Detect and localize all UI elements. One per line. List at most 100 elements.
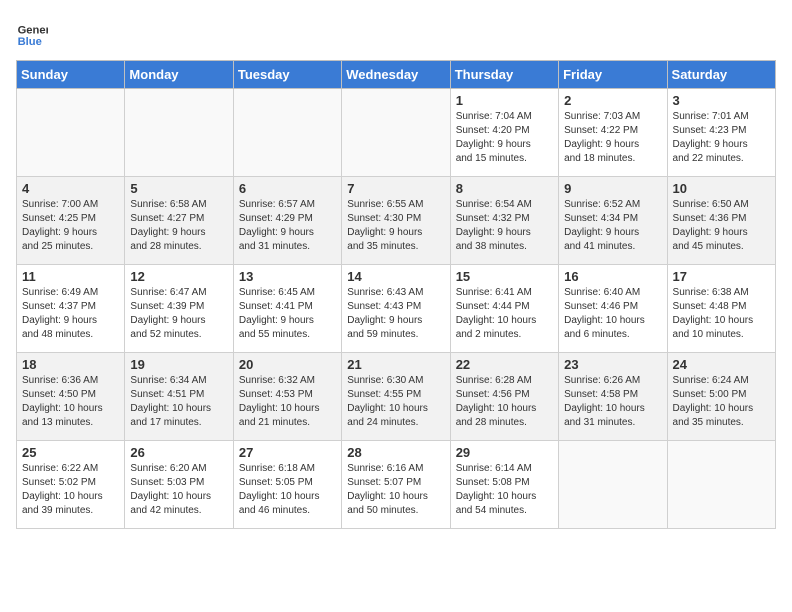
day-info: Sunrise: 6:49 AM Sunset: 4:37 PM Dayligh… — [22, 286, 119, 342]
day-number: 13 — [239, 269, 336, 284]
day-info: Sunrise: 6:28 AM Sunset: 4:56 PM Dayligh… — [456, 374, 553, 430]
day-info: Sunrise: 6:20 AM Sunset: 5:03 PM Dayligh… — [130, 462, 227, 518]
day-info: Sunrise: 6:38 AM Sunset: 4:48 PM Dayligh… — [673, 286, 770, 342]
day-number: 20 — [239, 357, 336, 372]
day-info: Sunrise: 6:43 AM Sunset: 4:43 PM Dayligh… — [347, 286, 444, 342]
day-header-wednesday: Wednesday — [342, 61, 450, 89]
day-info: Sunrise: 6:34 AM Sunset: 4:51 PM Dayligh… — [130, 374, 227, 430]
calendar-cell — [667, 441, 775, 529]
calendar-header-row: SundayMondayTuesdayWednesdayThursdayFrid… — [17, 61, 776, 89]
day-number: 8 — [456, 181, 553, 196]
day-number: 10 — [673, 181, 770, 196]
day-info: Sunrise: 7:03 AM Sunset: 4:22 PM Dayligh… — [564, 110, 661, 166]
day-number: 22 — [456, 357, 553, 372]
day-number: 11 — [22, 269, 119, 284]
calendar-cell: 25Sunrise: 6:22 AM Sunset: 5:02 PM Dayli… — [17, 441, 125, 529]
day-number: 3 — [673, 93, 770, 108]
day-header-friday: Friday — [559, 61, 667, 89]
day-info: Sunrise: 7:04 AM Sunset: 4:20 PM Dayligh… — [456, 110, 553, 166]
calendar-cell — [233, 89, 341, 177]
calendar-week-4: 18Sunrise: 6:36 AM Sunset: 4:50 PM Dayli… — [17, 353, 776, 441]
day-number: 4 — [22, 181, 119, 196]
day-number: 15 — [456, 269, 553, 284]
calendar-cell: 17 Sunrise: 6:38 AM Sunset: 4:48 PM Dayli… — [667, 265, 775, 353]
day-number: 12 — [130, 269, 227, 284]
calendar-cell: 20 Sunrise: 6:32 AM Sunset: 4:53 PM Dayli… — [233, 353, 341, 441]
day-info: Sunrise: 6:40 AM Sunset: 4:46 PM Dayligh… — [564, 286, 661, 342]
day-info: Sunrise: 6:58 AM Sunset: 4:27 PM Dayligh… — [130, 198, 227, 254]
day-info: Sunrise: 7:01 AM Sunset: 4:23 PM Dayligh… — [673, 110, 770, 166]
day-number: 25 — [22, 445, 119, 460]
day-info: Sunrise: 6:45 AM Sunset: 4:41 PM Dayligh… — [239, 286, 336, 342]
day-header-tuesday: Tuesday — [233, 61, 341, 89]
day-info: Sunrise: 6:24 AM Sunset: 5:00 PM Dayligh… — [673, 374, 770, 430]
calendar-table: SundayMondayTuesdayWednesdayThursdayFrid… — [16, 60, 776, 529]
day-info: Sunrise: 6:54 AM Sunset: 4:32 PM Dayligh… — [456, 198, 553, 254]
day-info: Sunrise: 6:18 AM Sunset: 5:05 PM Dayligh… — [239, 462, 336, 518]
day-number: 29 — [456, 445, 553, 460]
day-header-monday: Monday — [125, 61, 233, 89]
calendar-week-2: 4Sunrise: 7:00 AM Sunset: 4:25 PM Daylig… — [17, 177, 776, 265]
day-info: Sunrise: 6:36 AM Sunset: 4:50 PM Dayligh… — [22, 374, 119, 430]
calendar-cell: 3 Sunrise: 7:01 AM Sunset: 4:23 PM Daylig… — [667, 89, 775, 177]
day-number: 21 — [347, 357, 444, 372]
day-header-thursday: Thursday — [450, 61, 558, 89]
day-info: Sunrise: 6:41 AM Sunset: 4:44 PM Dayligh… — [456, 286, 553, 342]
day-number: 19 — [130, 357, 227, 372]
calendar-cell: 9 Sunrise: 6:52 AM Sunset: 4:34 PM Daylig… — [559, 177, 667, 265]
calendar-cell: 27Sunrise: 6:18 AM Sunset: 5:05 PM Dayli… — [233, 441, 341, 529]
calendar-cell: 4Sunrise: 7:00 AM Sunset: 4:25 PM Daylig… — [17, 177, 125, 265]
day-number: 14 — [347, 269, 444, 284]
calendar-cell: 13 Sunrise: 6:45 AM Sunset: 4:41 PM Dayli… — [233, 265, 341, 353]
day-number: 1 — [456, 93, 553, 108]
day-number: 2 — [564, 93, 661, 108]
calendar-cell: 2 Sunrise: 7:03 AM Sunset: 4:22 PM Daylig… — [559, 89, 667, 177]
svg-text:Blue: Blue — [18, 36, 42, 48]
day-info: Sunrise: 6:47 AM Sunset: 4:39 PM Dayligh… — [130, 286, 227, 342]
calendar-cell: 10Sunrise: 6:50 AM Sunset: 4:36 PM Dayli… — [667, 177, 775, 265]
svg-text:General: General — [18, 25, 48, 37]
calendar-week-3: 11 Sunrise: 6:49 AM Sunset: 4:37 PM Dayli… — [17, 265, 776, 353]
day-header-sunday: Sunday — [17, 61, 125, 89]
calendar-cell: 8 Sunrise: 6:54 AM Sunset: 4:32 PM Daylig… — [450, 177, 558, 265]
calendar-cell: 19 Sunrise: 6:34 AM Sunset: 4:51 PM Dayli… — [125, 353, 233, 441]
calendar-cell: 26 Sunrise: 6:20 AM Sunset: 5:03 PM Dayli… — [125, 441, 233, 529]
calendar-cell: 28Sunrise: 6:16 AM Sunset: 5:07 PM Dayli… — [342, 441, 450, 529]
day-number: 9 — [564, 181, 661, 196]
calendar-week-5: 25Sunrise: 6:22 AM Sunset: 5:02 PM Dayli… — [17, 441, 776, 529]
day-info: Sunrise: 6:55 AM Sunset: 4:30 PM Dayligh… — [347, 198, 444, 254]
calendar-cell: 5 Sunrise: 6:58 AM Sunset: 4:27 PM Daylig… — [125, 177, 233, 265]
calendar-cell: 18Sunrise: 6:36 AM Sunset: 4:50 PM Dayli… — [17, 353, 125, 441]
day-number: 23 — [564, 357, 661, 372]
day-header-saturday: Saturday — [667, 61, 775, 89]
calendar-cell: 14 Sunrise: 6:43 AM Sunset: 4:43 PM Dayli… — [342, 265, 450, 353]
calendar-cell — [342, 89, 450, 177]
day-info: Sunrise: 6:16 AM Sunset: 5:07 PM Dayligh… — [347, 462, 444, 518]
calendar-cell: 11 Sunrise: 6:49 AM Sunset: 4:37 PM Dayli… — [17, 265, 125, 353]
calendar-cell — [559, 441, 667, 529]
calendar-cell: 7 Sunrise: 6:55 AM Sunset: 4:30 PM Daylig… — [342, 177, 450, 265]
day-number: 7 — [347, 181, 444, 196]
day-info: Sunrise: 6:26 AM Sunset: 4:58 PM Dayligh… — [564, 374, 661, 430]
calendar-cell: 24Sunrise: 6:24 AM Sunset: 5:00 PM Dayli… — [667, 353, 775, 441]
day-info: Sunrise: 6:52 AM Sunset: 4:34 PM Dayligh… — [564, 198, 661, 254]
day-number: 5 — [130, 181, 227, 196]
day-info: Sunrise: 6:14 AM Sunset: 5:08 PM Dayligh… — [456, 462, 553, 518]
calendar-cell — [17, 89, 125, 177]
day-info: Sunrise: 6:57 AM Sunset: 4:29 PM Dayligh… — [239, 198, 336, 254]
day-number: 16 — [564, 269, 661, 284]
calendar-cell: 6 Sunrise: 6:57 AM Sunset: 4:29 PM Daylig… — [233, 177, 341, 265]
day-number: 17 — [673, 269, 770, 284]
calendar-body: 1 Sunrise: 7:04 AM Sunset: 4:20 PM Daylig… — [17, 89, 776, 529]
calendar-cell: 29 Sunrise: 6:14 AM Sunset: 5:08 PM Dayli… — [450, 441, 558, 529]
logo: General Blue — [16, 16, 48, 48]
day-info: Sunrise: 6:32 AM Sunset: 4:53 PM Dayligh… — [239, 374, 336, 430]
calendar-cell: 21Sunrise: 6:30 AM Sunset: 4:55 PM Dayli… — [342, 353, 450, 441]
calendar-cell: 15 Sunrise: 6:41 AM Sunset: 4:44 PM Dayli… — [450, 265, 558, 353]
calendar-cell: 12 Sunrise: 6:47 AM Sunset: 4:39 PM Dayli… — [125, 265, 233, 353]
calendar-cell: 16 Sunrise: 6:40 AM Sunset: 4:46 PM Dayli… — [559, 265, 667, 353]
day-number: 26 — [130, 445, 227, 460]
day-number: 6 — [239, 181, 336, 196]
calendar-week-1: 1 Sunrise: 7:04 AM Sunset: 4:20 PM Daylig… — [17, 89, 776, 177]
logo-icon: General Blue — [16, 16, 48, 48]
